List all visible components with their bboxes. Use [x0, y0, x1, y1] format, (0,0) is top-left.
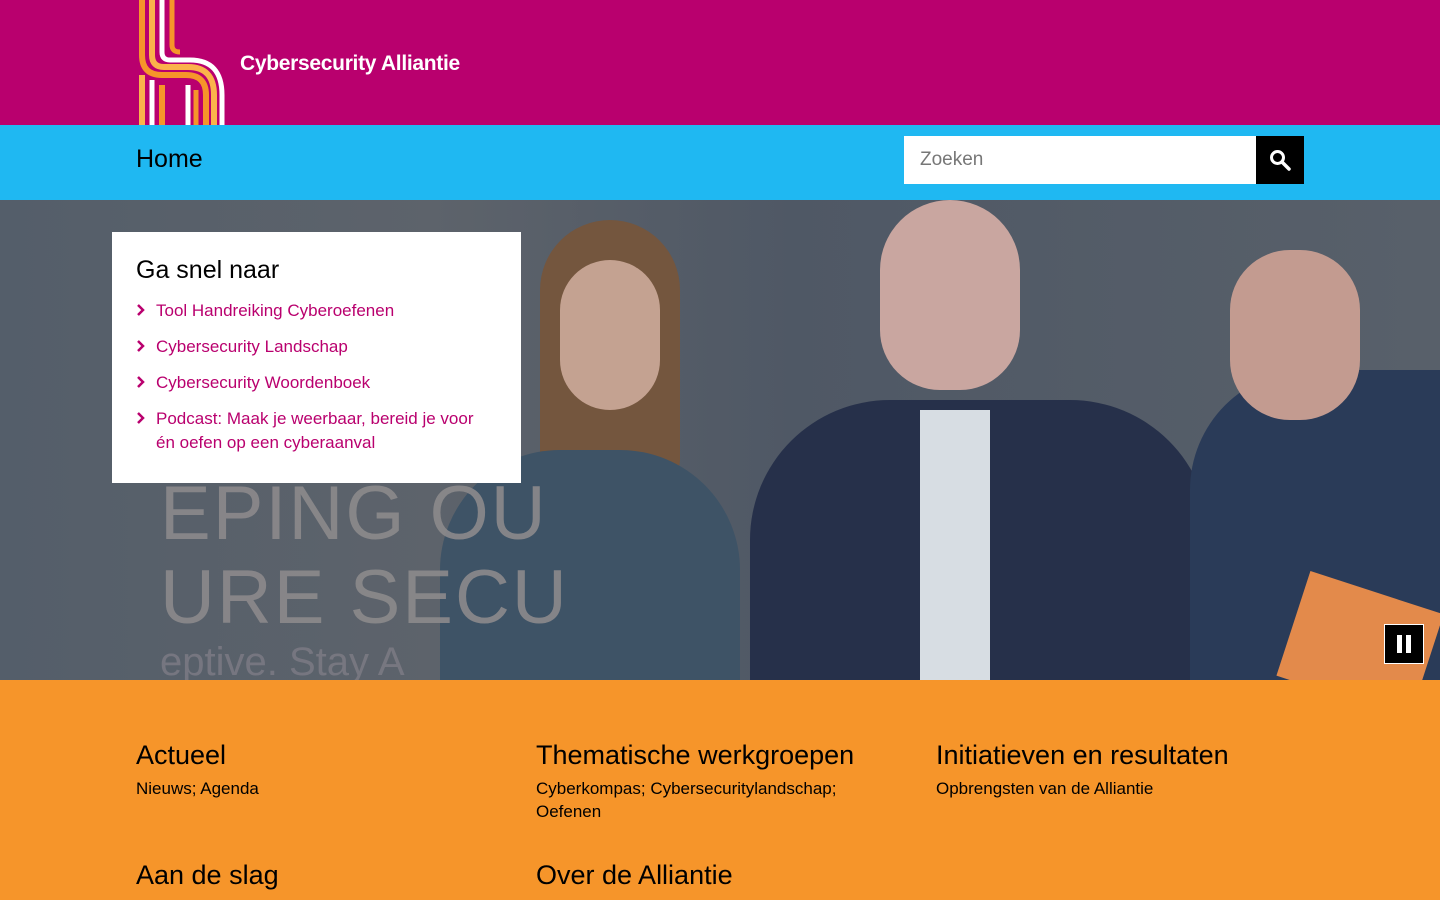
search-button[interactable]: [1256, 136, 1304, 184]
quick-links-title: Ga snel naar: [136, 256, 280, 284]
chevron-right-icon: [137, 376, 145, 388]
section-aan-de-slag: Aan de slag: [136, 860, 496, 897]
section-over-de-alliantie: Over de Alliantie: [536, 860, 896, 897]
section-thematische-werkgroepen: Thematische werkgroepen Cyberkompas; Cyb…: [536, 740, 896, 823]
sections-area: Actueel Nieuws; Agenda Thematische werkg…: [0, 680, 1440, 900]
section-title[interactable]: Over de Alliantie: [536, 860, 896, 891]
hero-photo-person: [1230, 250, 1360, 420]
section-title[interactable]: Aan de slag: [136, 860, 496, 891]
section-link-agenda[interactable]: Agenda: [200, 779, 259, 798]
chevron-right-icon: [137, 412, 145, 424]
quick-link-item: Tool Handreiking Cyberoefenen: [136, 299, 497, 323]
alliantie-logo-icon: [139, 0, 225, 125]
quick-link[interactable]: Cybersecurity Landschap: [156, 335, 497, 359]
quick-link[interactable]: Tool Handreiking Cyberoefenen: [156, 299, 497, 323]
section-title: Initiatieven en resultaten: [936, 740, 1229, 770]
nav-home-link[interactable]: Home: [136, 145, 203, 174]
section-title: Actueel: [136, 740, 227, 770]
section-links: Nieuws; Agenda: [136, 779, 259, 798]
quick-link-item: Podcast: Maak je weerbaar, bereid je voo…: [136, 407, 497, 455]
quick-links-panel: Ga snel naar Tool Handreiking Cyberoefen…: [112, 232, 521, 483]
hero-photo-person: [920, 410, 990, 680]
hero-photo-person: [560, 260, 660, 410]
section-actueel: Actueel Nieuws; Agenda: [136, 740, 496, 800]
hero-background-subtext: eptive. Stay A: [160, 640, 405, 680]
section-link-cyberkompas[interactable]: Cyberkompas: [536, 779, 641, 798]
section-initiatieven: Initiatieven en resultaten Opbrengsten v…: [936, 740, 1296, 800]
quick-link[interactable]: Cybersecurity Woordenboek: [156, 371, 497, 395]
site-header: Cybersecurity Alliantie: [0, 0, 1440, 125]
main-navigation: Home: [0, 125, 1440, 200]
quick-link-item: Cybersecurity Woordenboek: [136, 371, 497, 395]
quick-link[interactable]: Podcast: Maak je weerbaar, bereid je voo…: [156, 407, 497, 455]
pause-icon: [1397, 635, 1411, 653]
carousel-pause-button[interactable]: [1384, 624, 1424, 664]
search-input[interactable]: [904, 136, 1256, 184]
hero-background-text: EPING OU URE SECU: [160, 471, 569, 640]
section-links: Cyberkompas; Cybersecuritylandschap; Oef…: [536, 779, 837, 821]
section-title: Thematische werkgroepen: [536, 740, 855, 770]
search-icon: [1270, 150, 1291, 171]
section-links: Opbrengsten van de Alliantie: [936, 777, 1296, 800]
site-name: Cybersecurity Alliantie: [240, 52, 460, 75]
chevron-right-icon: [137, 340, 145, 352]
chevron-right-icon: [137, 304, 145, 316]
section-link-nieuws[interactable]: Nieuws: [136, 779, 192, 798]
section-link-oefenen[interactable]: Oefenen: [536, 802, 601, 821]
hero-photo-person: [880, 200, 1020, 390]
quick-links-list: Tool Handreiking Cyberoefenen Cybersecur…: [136, 299, 497, 455]
quick-link-item: Cybersecurity Landschap: [136, 335, 497, 359]
section-link-opbrengsten[interactable]: Opbrengsten van de Alliantie: [936, 779, 1153, 798]
section-link-cybersecuritylandschap[interactable]: Cybersecuritylandschap: [650, 779, 831, 798]
